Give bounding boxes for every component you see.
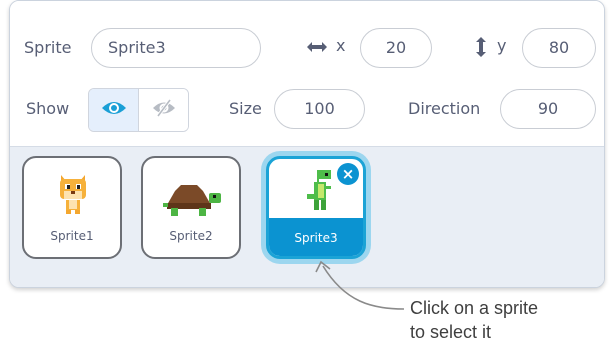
y-position-input[interactable]: 80 xyxy=(522,28,596,68)
sprite-info-pane: Sprite Sprite3 x 20 y 80 Show Size 100 D… xyxy=(10,1,604,147)
sprite-name-input[interactable]: Sprite3 xyxy=(91,28,261,68)
horizontal-arrows-icon xyxy=(306,39,328,59)
y-label: y xyxy=(497,36,507,55)
direction-input[interactable]: 90 xyxy=(500,89,596,129)
show-label: Show xyxy=(26,99,70,118)
show-hidden-button[interactable] xyxy=(139,89,188,131)
dinosaur-sprite-icon xyxy=(305,170,335,218)
sprite-info-panel: Sprite Sprite3 x 20 y 80 Show Size 100 D… xyxy=(9,0,605,288)
delete-sprite-button[interactable]: × xyxy=(337,163,359,185)
size-label: Size xyxy=(229,99,262,118)
callout-line-2: to select it xyxy=(410,322,492,342)
vertical-arrows-icon xyxy=(474,36,488,62)
show-toggle xyxy=(88,88,189,132)
sprite-tile-sprite2[interactable]: Sprite2 xyxy=(141,156,241,259)
sprite-tile-label: Sprite3 xyxy=(294,231,338,245)
x-position-input[interactable]: 20 xyxy=(360,28,432,68)
callout-text: Click on a sprite to select it xyxy=(410,296,538,344)
sprite-list-pane: Sprite1 Sprite2 × Sprite3 xyxy=(10,147,604,287)
show-visible-button[interactable] xyxy=(89,89,139,131)
callout-line-1: Click on a sprite xyxy=(410,298,539,318)
close-icon: × xyxy=(341,165,355,183)
tortoise-sprite-icon xyxy=(161,183,225,221)
sprite-tile-label: Sprite2 xyxy=(169,229,213,243)
sprite-label: Sprite xyxy=(24,38,72,57)
sprite-tile-sprite1[interactable]: Sprite1 xyxy=(22,156,122,259)
sprite-tile-sprite3[interactable]: × Sprite3 xyxy=(266,156,366,259)
sprite-tile-label: Sprite1 xyxy=(50,229,94,243)
eye-icon xyxy=(100,99,128,121)
cat-sprite-icon xyxy=(57,173,89,219)
x-label: x xyxy=(336,36,346,55)
eye-hidden-icon xyxy=(150,98,178,122)
direction-label: Direction xyxy=(408,99,481,118)
size-input[interactable]: 100 xyxy=(274,89,365,129)
